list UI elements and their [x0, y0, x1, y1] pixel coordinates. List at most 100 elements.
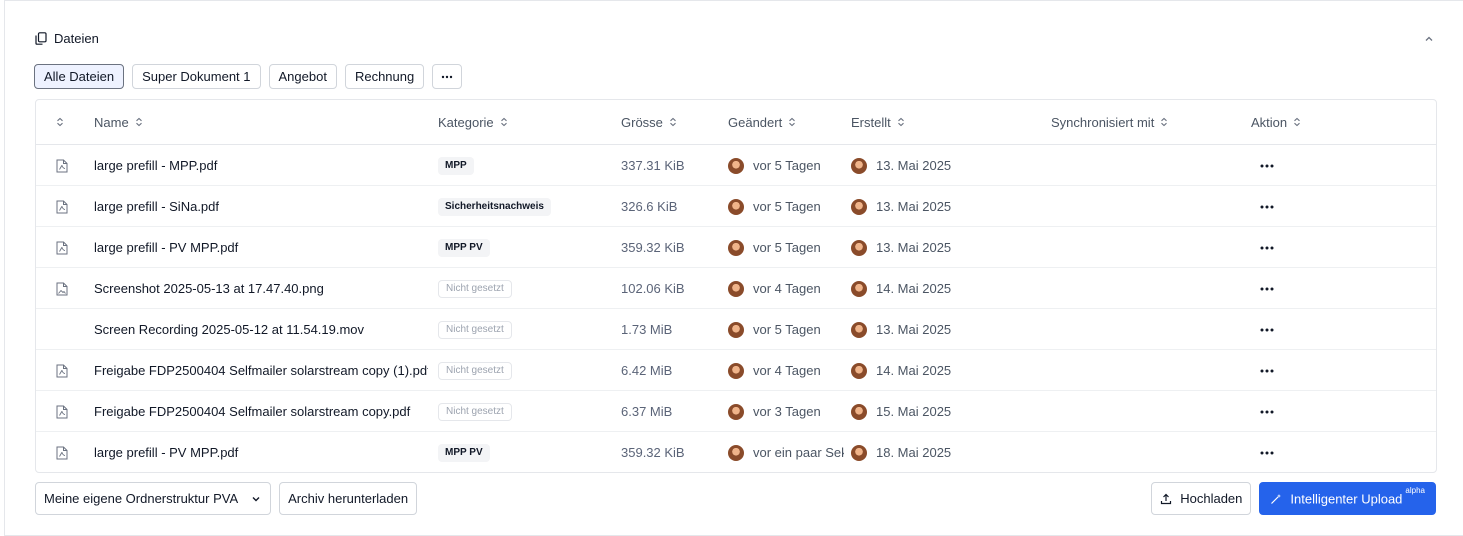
category-cell[interactable]: Nicht gesetzt	[438, 350, 618, 391]
category-badge[interactable]: MPP PV	[438, 443, 490, 462]
table-row[interactable]: Freigabe FDP2500404 Selfmailer solarstre…	[36, 391, 1436, 432]
row-actions-button[interactable]	[1255, 391, 1279, 432]
table-row[interactable]: Freigabe FDP2500404 Selfmailer solarstre…	[36, 350, 1436, 391]
tab-rechnung[interactable]: Rechnung	[344, 64, 425, 89]
pdf-file-icon	[56, 432, 76, 472]
header-created[interactable]: Erstellt	[851, 100, 905, 145]
more-horizontal-icon	[1260, 328, 1274, 332]
more-horizontal-icon	[1260, 246, 1274, 250]
created-cell: 14. Mai 2025	[851, 350, 1051, 391]
row-actions-button[interactable]	[1255, 309, 1279, 350]
avatar	[851, 157, 867, 174]
table-row[interactable]: large prefill - SiNa.pdf Sicherheitsnach…	[36, 186, 1436, 227]
table-header: Name Kategorie Grösse Geändert Erstellt …	[36, 100, 1436, 145]
file-name[interactable]: Freigabe FDP2500404 Selfmailer solarstre…	[94, 391, 428, 432]
created-cell: 15. Mai 2025	[851, 391, 1051, 432]
tab-super-dokument[interactable]: Super Dokument 1	[132, 64, 261, 89]
sort-icon	[1160, 115, 1168, 130]
category-badge[interactable]: Nicht gesetzt	[438, 320, 512, 339]
file-name[interactable]: large prefill - PV MPP.pdf	[94, 432, 428, 472]
sort-all-header[interactable]	[56, 100, 64, 145]
category-badge[interactable]: Sicherheitsnachweis	[438, 197, 551, 216]
row-actions-button[interactable]	[1255, 432, 1279, 472]
category-cell[interactable]: Nicht gesetzt	[438, 391, 618, 432]
folder-structure-select[interactable]: Meine eigene Ordnerstruktur PVA	[35, 482, 272, 515]
modified-date: vor 3 Tagen	[753, 404, 821, 419]
header-modified[interactable]: Geändert	[728, 100, 796, 145]
upload-button[interactable]: Hochladen	[1151, 482, 1252, 515]
category-cell[interactable]: Nicht gesetzt	[438, 309, 618, 350]
file-size: 1.73 MiB	[621, 322, 673, 337]
smart-upload-button[interactable]: Intelligenter Uploadalpha	[1259, 482, 1436, 515]
created-date: 14. Mai 2025	[876, 363, 952, 378]
files-icon	[35, 32, 47, 45]
row-actions-button[interactable]	[1255, 350, 1279, 391]
file-size: 6.37 MiB	[621, 404, 673, 419]
tab-angebot[interactable]: Angebot	[268, 64, 337, 89]
created-date: 13. Mai 2025	[876, 240, 952, 255]
created-cell: 14. Mai 2025	[851, 268, 1051, 309]
header-action[interactable]: Aktion	[1251, 100, 1301, 145]
category-cell[interactable]: MPP PV	[438, 432, 618, 472]
header-name[interactable]: Name	[94, 100, 143, 145]
header-synced[interactable]: Synchronisiert mit	[1051, 100, 1168, 145]
created-cell: 13. Mai 2025	[851, 309, 1051, 350]
modified-date: vor 5 Tagen	[753, 158, 821, 173]
category-cell[interactable]: MPP	[438, 145, 618, 186]
category-badge[interactable]: Nicht gesetzt	[438, 279, 512, 298]
category-badge[interactable]: Nicht gesetzt	[438, 361, 512, 380]
row-actions-button[interactable]	[1255, 145, 1279, 186]
pdf-file-icon	[56, 186, 76, 227]
modified-cell: vor 5 Tagen	[728, 186, 844, 227]
more-horizontal-icon	[1260, 205, 1274, 209]
file-name[interactable]: Screen Recording 2025-05-12 at 11.54.19.…	[94, 309, 428, 350]
category-cell[interactable]: MPP PV	[438, 227, 618, 268]
chevron-up-icon	[1425, 36, 1433, 41]
table-row[interactable]: Screen Recording 2025-05-12 at 11.54.19.…	[36, 309, 1436, 350]
collapse-button[interactable]	[1421, 31, 1437, 47]
file-name[interactable]: large prefill - PV MPP.pdf	[94, 227, 428, 268]
modified-date: vor 5 Tagen	[753, 199, 821, 214]
row-actions-button[interactable]	[1255, 186, 1279, 227]
table-row[interactable]: large prefill - PV MPP.pdf MPP PV 359.32…	[36, 432, 1436, 472]
pdf-file-icon	[56, 391, 76, 432]
table-row[interactable]: Screenshot 2025-05-13 at 17.47.40.png Ni…	[36, 268, 1436, 309]
file-size: 359.32 KiB	[621, 445, 685, 460]
file-size: 337.31 KiB	[621, 158, 685, 173]
file-name[interactable]: Freigabe FDP2500404 Selfmailer solarstre…	[94, 350, 428, 391]
download-archive-button[interactable]: Archiv herunterladen	[279, 482, 418, 515]
avatar	[851, 239, 867, 256]
file-tabs: Alle Dateien Super Dokument 1 Angebot Re…	[34, 64, 463, 89]
sort-icon	[135, 115, 143, 130]
table-row[interactable]: large prefill - PV MPP.pdf MPP PV 359.32…	[36, 227, 1436, 268]
table-row[interactable]: large prefill - MPP.pdf MPP 337.31 KiB v…	[36, 145, 1436, 186]
category-cell[interactable]: Nicht gesetzt	[438, 268, 618, 309]
more-horizontal-icon	[1260, 369, 1274, 373]
modified-cell: vor 5 Tagen	[728, 309, 844, 350]
file-name[interactable]: Screenshot 2025-05-13 at 17.47.40.png	[94, 268, 428, 309]
sort-icon	[1293, 115, 1301, 130]
created-date: 13. Mai 2025	[876, 199, 952, 214]
category-badge[interactable]: MPP	[438, 156, 474, 175]
file-name[interactable]: large prefill - MPP.pdf	[94, 145, 428, 186]
file-name[interactable]: large prefill - SiNa.pdf	[94, 186, 428, 227]
modified-cell: vor ein paar Sekunden	[728, 432, 844, 472]
sort-icon	[788, 115, 796, 130]
category-cell[interactable]: Sicherheitsnachweis	[438, 186, 618, 227]
tab-all-files[interactable]: Alle Dateien	[34, 64, 125, 89]
category-badge[interactable]: Nicht gesetzt	[438, 402, 512, 421]
created-date: 13. Mai 2025	[876, 158, 952, 173]
pdf-file-icon	[56, 145, 76, 186]
modified-date: vor 4 Tagen	[753, 363, 821, 378]
modified-cell: vor 5 Tagen	[728, 227, 844, 268]
file-size: 102.06 KiB	[621, 281, 685, 296]
row-actions-button[interactable]	[1255, 227, 1279, 268]
modified-cell: vor 5 Tagen	[728, 145, 844, 186]
header-category[interactable]: Kategorie	[438, 100, 508, 145]
alpha-badge: alpha	[1405, 485, 1425, 495]
category-badge[interactable]: MPP PV	[438, 238, 490, 257]
more-tabs-button[interactable]	[432, 64, 463, 89]
row-actions-button[interactable]	[1255, 268, 1279, 309]
avatar	[728, 239, 744, 256]
header-size[interactable]: Grösse	[621, 100, 677, 145]
